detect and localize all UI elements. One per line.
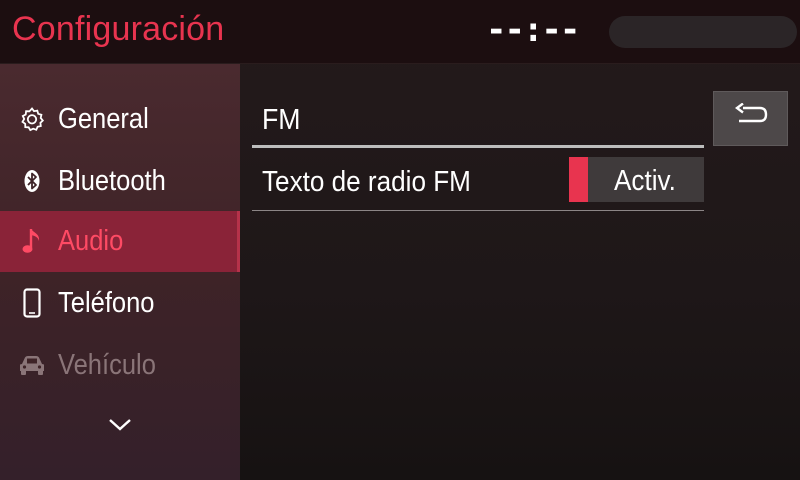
sidebar-item-label: General [58,103,149,135]
sidebar-item-bluetooth[interactable]: Bluetooth [0,151,240,212]
status-pill [609,16,797,48]
section-title: FM [262,104,301,136]
music-note-icon [18,225,46,257]
toggle-value: Activ. [614,165,676,197]
bluetooth-icon [18,165,46,197]
phone-icon [18,287,46,319]
sidebar-item-general[interactable]: General [0,89,240,150]
chevron-down-icon [108,418,132,437]
page-title: Configuración [12,10,225,48]
back-button[interactable] [713,91,788,146]
sidebar-item-label: Audio [58,225,124,257]
sidebar-item-label: Vehículo [58,349,156,381]
setting-label: Texto de radio FM [262,166,471,198]
car-icon [18,349,46,381]
sidebar-scroll-down-button[interactable] [100,412,140,442]
settings-screen: Configuración --:-- General Bluetooth Au… [0,0,800,480]
toggle-indicator [569,157,588,202]
sidebar-item-audio[interactable]: Audio [0,211,240,272]
clock: --:-- [486,10,580,50]
setting-row-fm-radio-text[interactable]: Texto de radio FM Activ. [252,152,704,210]
sidebar: General Bluetooth Audio Teléfono Vehícul… [0,64,240,480]
back-arrow-icon [733,102,769,134]
sidebar-item-vehicle[interactable]: Vehículo [0,335,240,396]
header-bar: Configuración --:-- [0,0,800,64]
setting-divider [252,210,704,211]
sidebar-item-label: Bluetooth [58,165,166,197]
main-panel: FM Texto de radio FM Activ. [240,64,800,480]
fm-radio-text-toggle[interactable]: Activ. [569,157,704,202]
section-underline [252,145,704,148]
sidebar-item-label: Teléfono [58,287,155,319]
gear-icon [18,103,46,135]
sidebar-item-phone[interactable]: Teléfono [0,273,240,334]
